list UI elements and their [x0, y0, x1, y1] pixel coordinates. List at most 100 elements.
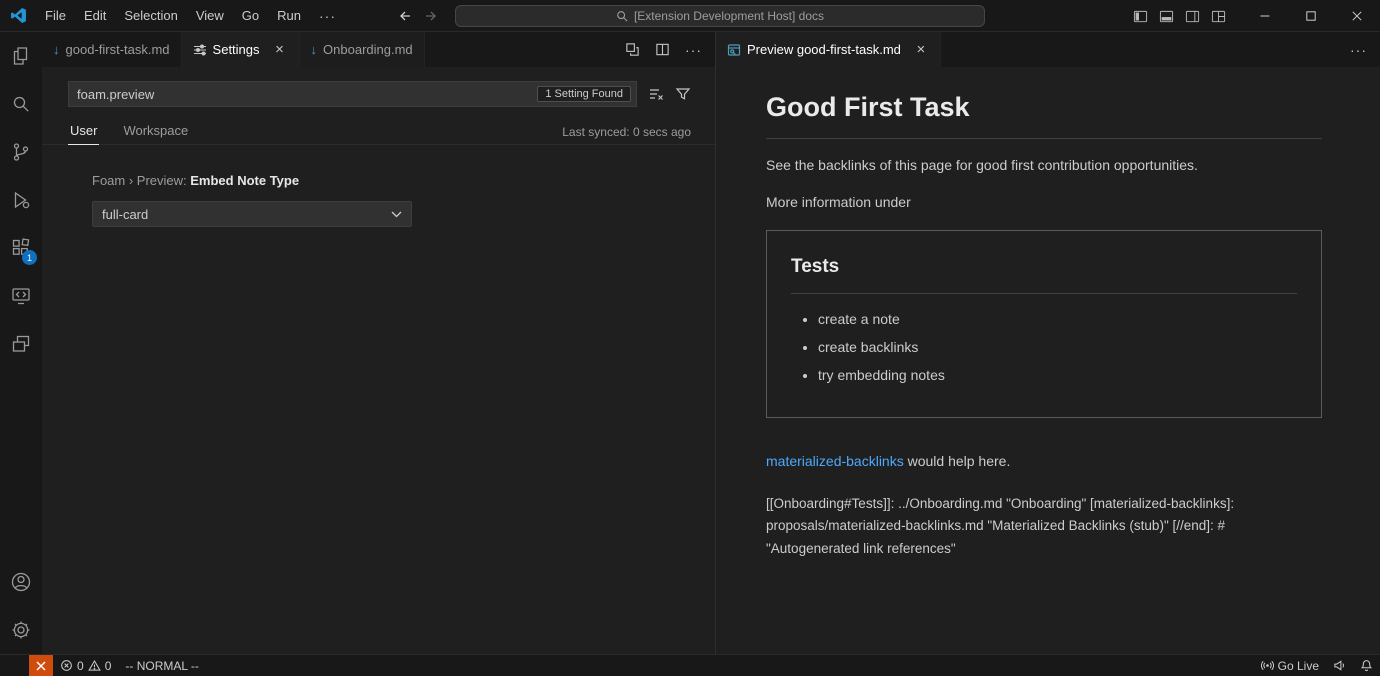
- scope-tab-user[interactable]: User: [68, 123, 99, 145]
- settings-search-value: foam.preview: [77, 87, 154, 102]
- minimize-button[interactable]: [1242, 0, 1288, 32]
- tab-label: good-first-task.md: [66, 42, 170, 57]
- titlebar: File Edit Selection View Go Run ··· [Ext…: [0, 0, 1380, 32]
- preview-paragraph: See the backlinks of this page for good …: [766, 155, 1322, 176]
- activity-bar: 1: [0, 32, 42, 654]
- status-bar: 0 0 -- NORMAL -- Go Live: [0, 654, 1380, 676]
- settings-sliders-icon: [193, 43, 207, 57]
- card-title: Tests: [791, 253, 1297, 295]
- run-debug-icon[interactable]: [0, 176, 42, 224]
- split-editor-icon[interactable]: [655, 42, 670, 57]
- open-changes-icon[interactable]: [625, 42, 640, 57]
- explorer-icon[interactable]: [0, 32, 42, 80]
- warning-count: 0: [105, 659, 112, 673]
- tab-preview-good-first-task[interactable]: Preview good-first-task.md ×: [716, 32, 941, 67]
- settings-scope-tabs: User Workspace Last synced: 0 secs ago: [42, 121, 715, 145]
- stacked-editors-icon[interactable]: [0, 320, 42, 368]
- editor-area: ↓ good-first-task.md Settings × ↓ Onboar…: [42, 32, 1380, 654]
- go-live-button[interactable]: Go Live: [1254, 655, 1326, 676]
- search-sidebar-icon[interactable]: [0, 80, 42, 128]
- vim-mode-indicator[interactable]: -- NORMAL --: [118, 655, 206, 676]
- tabbar-left: ↓ good-first-task.md Settings × ↓ Onboar…: [42, 32, 715, 67]
- settings-found-badge: 1 Setting Found: [537, 86, 631, 102]
- editor-actions-left: ···: [625, 32, 715, 67]
- warnings-icon: [88, 659, 101, 672]
- preview-title: Good First Task: [766, 73, 1322, 139]
- megaphone-icon[interactable]: [1326, 655, 1353, 676]
- dropdown-value: full-card: [102, 207, 148, 222]
- source-control-icon[interactable]: [0, 128, 42, 176]
- remote-indicator[interactable]: [29, 655, 53, 676]
- maximize-button[interactable]: [1288, 0, 1334, 32]
- tabbar-right: Preview good-first-task.md × ···: [716, 32, 1380, 67]
- markdown-preview: Good First Task See the backlinks of thi…: [716, 67, 1380, 654]
- scope-tab-workspace[interactable]: Workspace: [121, 123, 190, 145]
- vscode-logo-icon: [0, 7, 36, 24]
- card-list: create a note create backlinks try embed…: [791, 309, 1297, 386]
- setting-item: Foam › Preview: Embed Note Type full-car…: [92, 173, 691, 227]
- status-bar-right: Go Live: [1254, 655, 1380, 676]
- extensions-icon[interactable]: 1: [0, 224, 42, 272]
- materialized-backlinks-link[interactable]: materialized-backlinks: [766, 453, 904, 469]
- editor-actions-right: ···: [1350, 32, 1380, 67]
- close-tab-icon[interactable]: ×: [913, 42, 929, 57]
- tab-label: Settings: [213, 42, 260, 57]
- command-center-search[interactable]: [Extension Development Host] docs: [455, 5, 985, 27]
- close-window-button[interactable]: [1334, 0, 1380, 32]
- editor-group-right: Preview good-first-task.md × ··· Good Fi…: [716, 32, 1380, 654]
- go-live-label: Go Live: [1278, 659, 1319, 673]
- markdown-preview-icon: [727, 43, 741, 57]
- menubar: File Edit Selection View Go Run ···: [36, 8, 345, 24]
- close-tab-icon[interactable]: ×: [272, 42, 288, 57]
- forward-arrow-icon[interactable]: [424, 9, 438, 23]
- menu-selection[interactable]: Selection: [115, 8, 186, 23]
- settings-editor: foam.preview 1 Setting Found User: [42, 67, 715, 654]
- settings-search-input[interactable]: foam.preview 1 Setting Found: [68, 81, 637, 107]
- notifications-bell-icon[interactable]: [1353, 655, 1380, 676]
- link-references-paragraph: [[Onboarding#Tests]]: ../Onboarding.md "…: [766, 493, 1322, 560]
- back-arrow-icon[interactable]: [398, 9, 412, 23]
- list-item: create backlinks: [818, 337, 1297, 358]
- chevron-down-icon: [391, 211, 402, 218]
- last-synced-label: Last synced: 0 secs ago: [562, 125, 691, 144]
- embedded-note-card: Tests create a note create backlinks try…: [766, 230, 1322, 419]
- tab-good-first-task[interactable]: ↓ good-first-task.md: [42, 32, 182, 67]
- settings-gear-icon[interactable]: [0, 606, 42, 654]
- settings-search-row: foam.preview 1 Setting Found: [68, 81, 691, 107]
- problems-indicator[interactable]: 0 0: [53, 655, 118, 676]
- toggle-secondary-sidebar-icon[interactable]: [1185, 9, 1200, 24]
- setting-title: Foam › Preview: Embed Note Type: [92, 173, 691, 188]
- more-actions-icon[interactable]: ···: [1350, 42, 1367, 58]
- extensions-badge: 1: [22, 250, 37, 265]
- menu-edit[interactable]: Edit: [75, 8, 115, 23]
- list-item: create a note: [818, 309, 1297, 330]
- menu-go[interactable]: Go: [233, 8, 268, 23]
- window-controls: [1133, 0, 1380, 32]
- preview-paragraph: More information under: [766, 192, 1322, 213]
- tab-label: Preview good-first-task.md: [747, 42, 901, 57]
- menubar-more-icon[interactable]: ···: [310, 8, 345, 24]
- markdown-file-icon: ↓: [53, 42, 60, 57]
- toggle-sidebar-icon[interactable]: [1133, 9, 1148, 24]
- search-icon: [616, 10, 628, 22]
- link-paragraph: materialized-backlinks would help here.: [766, 451, 1322, 472]
- menu-view[interactable]: View: [187, 8, 233, 23]
- command-center-text: [Extension Development Host] docs: [634, 9, 824, 23]
- tab-label: Onboarding.md: [323, 42, 413, 57]
- list-item: try embedding notes: [818, 365, 1297, 386]
- menu-run[interactable]: Run: [268, 8, 310, 23]
- error-count: 0: [77, 659, 84, 673]
- customize-layout-icon[interactable]: [1211, 9, 1226, 24]
- embed-note-type-dropdown[interactable]: full-card: [92, 201, 412, 227]
- remote-explorer-icon[interactable]: [0, 272, 42, 320]
- filter-funnel-icon[interactable]: [675, 86, 691, 102]
- tab-onboarding[interactable]: ↓ Onboarding.md: [300, 32, 425, 67]
- menu-file[interactable]: File: [36, 8, 75, 23]
- errors-icon: [60, 659, 73, 672]
- tab-settings[interactable]: Settings ×: [182, 32, 300, 67]
- accounts-icon[interactable]: [0, 558, 42, 606]
- setting-category: Foam › Preview:: [92, 173, 190, 188]
- clear-filters-icon[interactable]: [648, 86, 664, 102]
- toggle-panel-icon[interactable]: [1159, 9, 1174, 24]
- more-actions-icon[interactable]: ···: [685, 42, 702, 58]
